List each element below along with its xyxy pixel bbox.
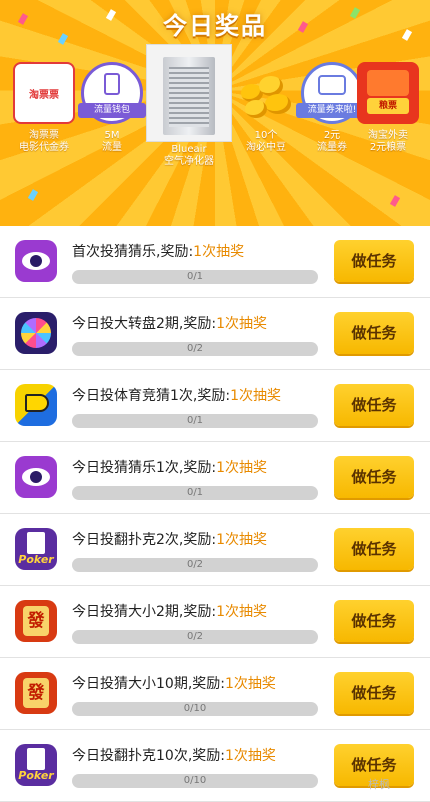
task-row: 今日投体育竞猜1次,奖励:1次抽奖 0/1 做任务 <box>0 370 430 442</box>
prize-list: 淘票票 淘票票 电影代金券 流量钱包 5M 流量 Blueair 空气净化器 1… <box>8 44 422 194</box>
task-title: 今日投猜大小10期,奖励:1次抽奖 <box>72 676 276 692</box>
prize-food-coupon[interactable]: 粮票 淘宝外卖 2元粮票 <box>352 44 424 154</box>
task-title: 今日投翻扑克2次,奖励:1次抽奖 <box>72 532 267 548</box>
dice-icon: 發 <box>15 672 57 714</box>
task-row: 發 今日投猜大小2期,奖励:1次抽奖 0/2 做任务 <box>0 586 430 658</box>
task-title: 首次投猜猜乐,奖励:1次抽奖 <box>72 244 245 260</box>
task-title: 今日投体育竞猜1次,奖励:1次抽奖 <box>72 388 281 404</box>
poker-icon: Poker <box>15 744 57 786</box>
task-title: 今日投翻扑克10次,奖励:1次抽奖 <box>72 748 276 764</box>
food-coupon-icon: 粮票 <box>357 62 419 124</box>
task-row: Poker 今日投翻扑克2次,奖励:1次抽奖 0/2 做任务 <box>0 514 430 586</box>
progress-bar: 0/1 <box>72 414 318 428</box>
air-purifier-icon <box>146 44 232 142</box>
prize-data-5m[interactable]: 流量钱包 5M 流量 <box>76 44 148 154</box>
wheel-icon <box>15 312 57 354</box>
eye-icon <box>15 456 57 498</box>
task-row: 首次投猜猜乐,奖励:1次抽奖 0/1 做任务 <box>0 226 430 298</box>
dice-icon: 發 <box>15 600 57 642</box>
movie-ticket-icon: 淘票票 <box>13 62 75 124</box>
data-wallet-icon: 流量钱包 <box>78 62 146 124</box>
task-title: 今日投大转盘2期,奖励:1次抽奖 <box>72 316 267 332</box>
prize-air-purifier[interactable]: Blueair 空气净化器 <box>146 44 232 168</box>
do-task-button[interactable]: 做任务 <box>334 672 414 714</box>
do-task-button[interactable]: 做任务 <box>334 384 414 426</box>
prize-banner: 今日奖品 淘票票 淘票票 电影代金券 流量钱包 5M 流量 Blueair 空气净化器 <box>0 0 430 226</box>
task-list: 首次投猜猜乐,奖励:1次抽奖 0/1 做任务 今日投大转盘2期,奖励:1次抽奖 … <box>0 226 430 802</box>
progress-bar: 0/2 <box>72 558 318 572</box>
task-title: 今日投猜猜乐1次,奖励:1次抽奖 <box>72 460 267 476</box>
banner-title: 今日奖品 <box>163 12 267 40</box>
watermark: 梓枫 <box>368 778 390 791</box>
poker-icon: Poker <box>15 528 57 570</box>
prize-label: 5M 流量 <box>102 130 122 153</box>
do-task-button[interactable]: 做任务 <box>334 528 414 570</box>
prize-beans[interactable]: 10个 淘必中豆 <box>230 44 302 154</box>
progress-bar: 0/1 <box>72 486 318 500</box>
prize-label: Blueair 空气净化器 <box>164 144 214 167</box>
prize-label: 淘票票 电影代金券 <box>19 130 69 153</box>
progress-bar: 0/2 <box>72 630 318 644</box>
do-task-button[interactable]: 做任务 <box>334 312 414 354</box>
prize-movie-voucher[interactable]: 淘票票 淘票票 电影代金券 <box>8 44 80 154</box>
task-title: 今日投猜大小2期,奖励:1次抽奖 <box>72 604 267 620</box>
progress-bar: 0/10 <box>72 702 318 716</box>
prize-label: 10个 淘必中豆 <box>246 130 286 153</box>
do-task-button[interactable]: 做任务 <box>334 456 414 498</box>
prize-label: 淘宝外卖 2元粮票 <box>368 130 408 153</box>
sport-horn-icon <box>15 384 57 426</box>
eye-icon <box>15 240 57 282</box>
progress-bar: 0/1 <box>72 270 318 284</box>
task-row: 今日投大转盘2期,奖励:1次抽奖 0/2 做任务 <box>0 298 430 370</box>
progress-bar: 0/2 <box>72 342 318 356</box>
progress-bar: 0/10 <box>72 774 318 788</box>
task-row: Poker 今日投翻扑克10次,奖励:1次抽奖 0/10 做任务 <box>0 730 430 802</box>
task-row: 發 今日投猜大小10期,奖励:1次抽奖 0/10 做任务 <box>0 658 430 730</box>
do-task-button[interactable]: 做任务 <box>334 600 414 642</box>
gold-beans-icon <box>235 62 297 124</box>
do-task-button[interactable]: 做任务 <box>334 240 414 282</box>
task-row: 今日投猜猜乐1次,奖励:1次抽奖 0/1 做任务 <box>0 442 430 514</box>
